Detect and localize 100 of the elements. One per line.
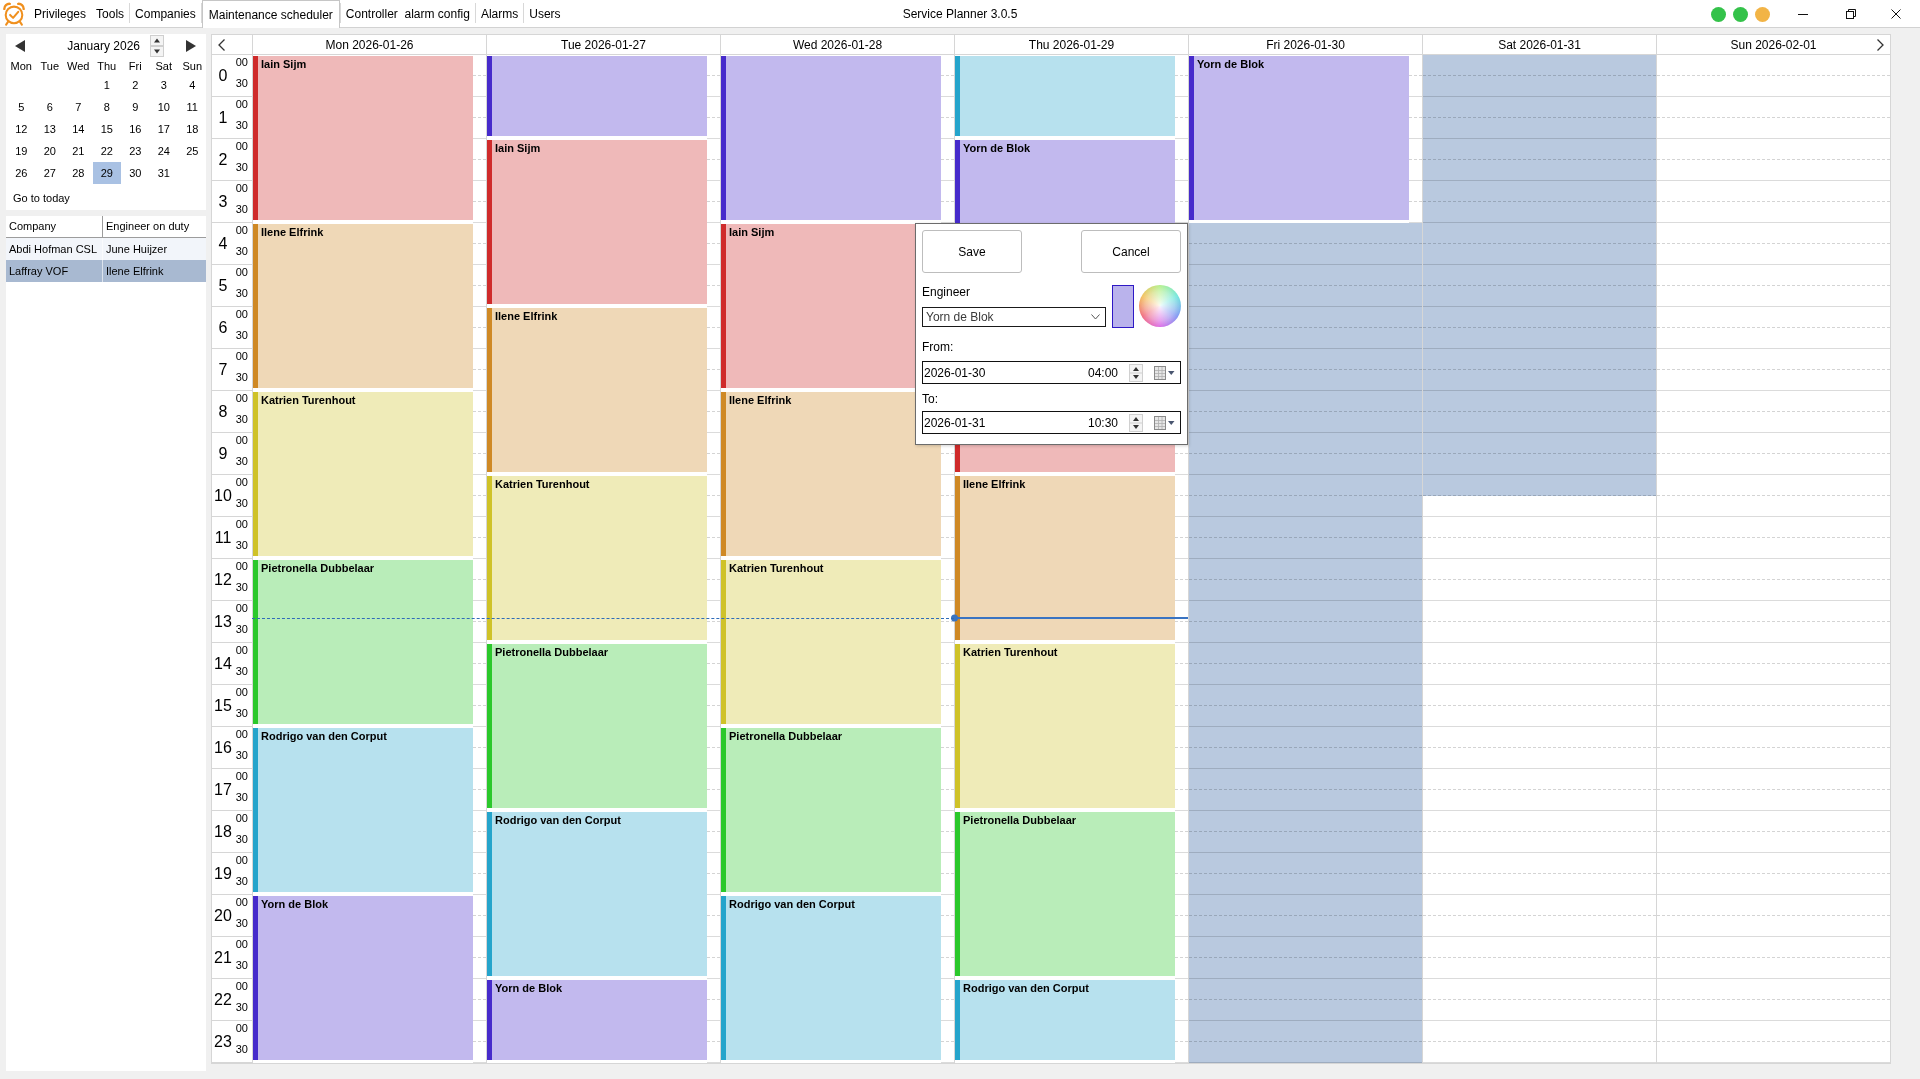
- event-block[interactable]: [721, 56, 941, 220]
- calendar-day[interactable]: 23: [121, 140, 150, 162]
- event-block[interactable]: Pietronella Dubbelaar: [487, 644, 707, 808]
- minute-label: 30: [235, 202, 248, 216]
- time-input[interactable]: 10:30: [1087, 415, 1118, 430]
- minute-label: 30: [235, 370, 248, 384]
- hour-label: 21: [214, 948, 232, 967]
- spinner-arrows-icon[interactable]: [150, 35, 164, 57]
- calendar-day[interactable]: 8: [92, 96, 121, 118]
- calendar-day[interactable]: 5: [7, 96, 36, 118]
- event-block[interactable]: Yorn de Blok: [1189, 56, 1409, 220]
- calendar-day[interactable]: 15: [92, 118, 121, 140]
- event-block[interactable]: [487, 56, 707, 136]
- event-block[interactable]: Katrien Turenhout: [487, 476, 707, 640]
- spinner-arrows-icon[interactable]: [1129, 363, 1143, 382]
- calendar-day[interactable]: 31: [149, 162, 178, 184]
- minute-label: 30: [235, 958, 248, 972]
- event-block[interactable]: [955, 56, 1175, 136]
- calendar-day[interactable]: 30: [121, 162, 150, 184]
- time-input[interactable]: 04:00: [1087, 365, 1118, 380]
- chevron-left-icon[interactable]: [218, 38, 225, 51]
- event-block[interactable]: Pietronella Dubbelaar: [253, 560, 473, 724]
- engineer-dropdown[interactable]: Yorn de Blok: [922, 307, 1106, 327]
- table-row[interactable]: Abdi Hofman CSL June Huijzer: [6, 238, 206, 260]
- calendar-day[interactable]: 9: [121, 96, 150, 118]
- calendar-dropdown-icon[interactable]: [1154, 365, 1175, 380]
- chevron-right-icon[interactable]: [1877, 38, 1884, 51]
- calendar-day[interactable]: 19: [7, 140, 36, 162]
- event-block[interactable]: Rodrigo van den Corput: [253, 728, 473, 892]
- minute-label: 30: [235, 1042, 248, 1056]
- restore-icon[interactable]: [1846, 9, 1856, 19]
- tab[interactable]: Users: [524, 0, 566, 27]
- calendar-day[interactable]: 12: [7, 118, 36, 140]
- window-title: Service Planner 3.0.5: [902, 7, 1018, 21]
- calendar-day[interactable]: 4: [178, 74, 207, 96]
- month-label: January 2026: [67, 39, 141, 53]
- event-block[interactable]: Yorn de Blok: [253, 896, 473, 1060]
- calendar-day[interactable]: 1: [92, 74, 121, 96]
- calendar-day[interactable]: 6: [35, 96, 64, 118]
- day-header: Tue 2026-01-27: [561, 37, 646, 52]
- table-cell-text: Ilene Elfrink: [105, 264, 165, 279]
- event-block[interactable]: Katrien Turenhout: [721, 560, 941, 724]
- arrow-left-icon[interactable]: [15, 40, 25, 52]
- event-block[interactable]: Yorn de Blok: [487, 980, 707, 1060]
- calendar-day[interactable]: 25: [178, 140, 207, 162]
- close-icon[interactable]: [1891, 9, 1901, 19]
- calendar-day[interactable]: 21: [64, 140, 93, 162]
- event-block[interactable]: Rodrigo van den Corput: [487, 812, 707, 976]
- hour-label: 0: [218, 66, 228, 85]
- calendar-day[interactable]: 16: [121, 118, 150, 140]
- event-block[interactable]: Pietronella Dubbelaar: [955, 812, 1175, 976]
- calendar-day[interactable]: 10: [149, 96, 178, 118]
- calendar-day[interactable]: 24: [149, 140, 178, 162]
- calendar-day[interactable]: 29: [92, 162, 121, 184]
- event-block[interactable]: Ilene Elfrink: [955, 476, 1175, 640]
- minute-label: 30: [235, 76, 248, 90]
- calendar-day[interactable]: 26: [7, 162, 36, 184]
- tab[interactable]: Controller alarm config: [340, 0, 475, 27]
- color-wheel-icon[interactable]: [1139, 285, 1181, 327]
- column-header[interactable]: Company: [6, 216, 103, 237]
- calendar-day[interactable]: 7: [64, 96, 93, 118]
- calendar-day[interactable]: 28: [64, 162, 93, 184]
- column-header[interactable]: Engineer on duty: [103, 216, 206, 237]
- calendar-day[interactable]: 20: [35, 140, 64, 162]
- tab[interactable]: Maintenance scheduler: [201, 0, 340, 28]
- calendar-dropdown-icon[interactable]: [1154, 415, 1175, 430]
- color-swatch-icon[interactable]: [1112, 285, 1134, 328]
- calendar-day[interactable]: 27: [35, 162, 64, 184]
- table-row[interactable]: Laffray VOF Ilene Elfrink: [6, 260, 206, 282]
- tab[interactable]: Tools: [91, 0, 130, 27]
- calendar-day[interactable]: 3: [149, 74, 178, 96]
- event-block[interactable]: Iain Sijm: [253, 56, 473, 220]
- calendar-day[interactable]: 18: [178, 118, 207, 140]
- minute-label: 30: [235, 244, 248, 258]
- save-button[interactable]: Save: [922, 230, 1022, 273]
- datetime-field[interactable]: 2026-01-30 04:00: [922, 361, 1181, 384]
- cancel-button[interactable]: Cancel: [1081, 230, 1181, 273]
- event-block[interactable]: Katrien Turenhout: [955, 644, 1175, 808]
- event-block[interactable]: Rodrigo van den Corput: [721, 896, 941, 1060]
- event-block[interactable]: Ilene Elfrink: [487, 308, 707, 472]
- spinner-arrows-icon[interactable]: [1129, 413, 1143, 432]
- calendar-day[interactable]: 13: [35, 118, 64, 140]
- tab[interactable]: Privileges: [29, 0, 92, 27]
- event-block[interactable]: Iain Sijm: [487, 140, 707, 304]
- calendar-day[interactable]: 22: [92, 140, 121, 162]
- table-cell: Laffray VOF: [6, 260, 103, 282]
- minute-label: 30: [235, 328, 248, 342]
- event-block[interactable]: Katrien Turenhout: [253, 392, 473, 556]
- tab[interactable]: Companies: [130, 0, 201, 27]
- calendar-day[interactable]: 14: [64, 118, 93, 140]
- event-block[interactable]: Ilene Elfrink: [253, 224, 473, 388]
- calendar-day[interactable]: 11: [178, 96, 207, 118]
- go-to-today-link[interactable]: Go to today: [13, 192, 70, 205]
- event-block[interactable]: Pietronella Dubbelaar: [721, 728, 941, 892]
- calendar-day[interactable]: 2: [121, 74, 150, 96]
- minute-label: 30: [235, 664, 248, 678]
- event-block[interactable]: Rodrigo van den Corput: [955, 980, 1175, 1060]
- arrow-right-icon[interactable]: [186, 40, 196, 52]
- calendar-day[interactable]: 17: [149, 118, 178, 140]
- tab[interactable]: Alarms: [475, 0, 524, 27]
